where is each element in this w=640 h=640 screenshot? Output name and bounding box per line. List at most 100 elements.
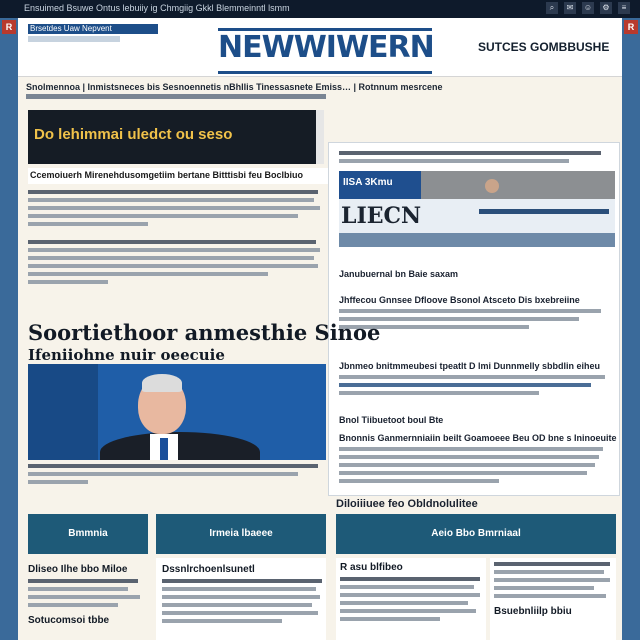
main-headline-line2: Ifeniiohne nuir oeecuie — [28, 346, 225, 364]
text-line — [28, 579, 138, 583]
photo-subject-body — [100, 432, 260, 460]
photo-strip — [339, 233, 615, 247]
text-line — [339, 159, 569, 163]
text-line — [28, 595, 140, 599]
news-page: Brsetdes Uaw Nepvent NEWWIWERN SUTCES GO… — [18, 18, 622, 640]
text-line — [28, 480, 88, 484]
card-section-body — [339, 375, 609, 399]
column-title: R asu blfibeo — [340, 562, 403, 573]
text-line — [494, 570, 604, 574]
text-line — [28, 198, 314, 202]
text-line — [340, 609, 476, 613]
lead-story-banner-text: Do lehimmai uledct ou seso — [34, 126, 233, 143]
main-headline[interactable]: Soortiethoor anmesthie Sinoe Ifeniiohne … — [28, 322, 380, 366]
text-line — [28, 472, 298, 476]
photo-mini-bar — [479, 209, 609, 214]
card-section-title[interactable]: Bnonnis Ganmernniaiin beilt Goamoeee Beu… — [339, 433, 617, 443]
text-line — [339, 471, 587, 475]
lead-story-banner[interactable]: Do lehimmai uledct ou seso — [28, 110, 324, 164]
photo-background-shade — [28, 364, 98, 460]
text-line — [339, 463, 595, 467]
text-line — [339, 151, 601, 155]
text-line — [340, 601, 468, 605]
photo-subject-tie — [160, 438, 168, 460]
card-section-title[interactable]: Jhffecou Gnnsee Dfloove Bsonol Atsceto D… — [339, 295, 580, 305]
search-icon[interactable]: ⌕ — [546, 2, 558, 14]
text-line — [28, 248, 320, 252]
bottom-card[interactable]: Dssnlrchoenlsunetl — [156, 558, 326, 640]
text-line — [162, 603, 312, 607]
text-line — [162, 611, 318, 615]
text-line — [28, 464, 318, 468]
text-line — [28, 222, 148, 226]
site-logo[interactable]: NEWWIWERN — [218, 28, 435, 74]
text-line — [494, 562, 610, 566]
text-line — [339, 447, 603, 451]
text-line — [28, 214, 298, 218]
text-line — [28, 190, 318, 194]
text-line — [494, 586, 594, 590]
headline-ticker[interactable]: Snolmennoa | Inmistsneces bis Sesnoennet… — [26, 82, 614, 92]
top-bar-text: Ensuimed Bsuwe Ontus lebuiiy ig Chmgiig … — [24, 3, 290, 13]
lead-banner-stripe — [316, 110, 324, 164]
left-badge[interactable]: R — [2, 20, 16, 34]
column-title[interactable]: Dliseo Ilhe bbo Miloe — [28, 564, 148, 575]
main-story-photo[interactable] — [28, 364, 326, 460]
lead-subhead-text: Ccemoiuerh Mirenehdusomgetiim bertane Bi… — [30, 170, 304, 180]
bottom-card[interactable]: R asu blfibeo — [336, 558, 486, 640]
card-section-body — [339, 447, 609, 487]
column-title: Dssnlrchoenlsunetl — [162, 564, 255, 575]
text-line — [28, 206, 320, 210]
text-line — [494, 594, 606, 598]
featured-card-lines — [339, 151, 607, 167]
photo-people-panel — [421, 171, 615, 199]
card-section-title[interactable]: Janubuernal bn Baie saxam — [339, 269, 458, 279]
photo-subject-hair — [142, 374, 182, 392]
text-line — [162, 595, 320, 599]
category-box[interactable]: Aeio Bbo Bmrniaal — [336, 514, 616, 554]
text-line — [162, 579, 322, 583]
menu-icon[interactable]: ≡ — [618, 2, 630, 14]
category-box[interactable]: Irmeia lbaeee — [156, 514, 326, 554]
masthead-top-left-link[interactable]: Brsetdes Uaw Nepvent — [28, 24, 158, 34]
text-line — [494, 578, 610, 582]
featured-story-card[interactable]: IISA 3Kmu LIECN Janubuernal bn Baie saxa… — [328, 142, 620, 496]
text-line — [162, 587, 316, 591]
bottom-card-content: R asu blfibeo — [340, 562, 480, 625]
top-bar-icons: ⌕ ✉ ☺ ⚙ ≡ — [546, 2, 630, 14]
photo-big-text: LIECN — [341, 203, 422, 229]
ticker-underline — [26, 94, 326, 99]
column-subtitle[interactable]: Sotucomsoi tbbe — [28, 615, 148, 626]
text-line — [339, 375, 605, 379]
bottom-card-content: Bsuebnliilp bbiu — [494, 562, 610, 621]
text-line — [339, 309, 601, 313]
mail-icon[interactable]: ✉ — [564, 2, 576, 14]
text-line — [340, 593, 480, 597]
text-line — [162, 619, 282, 623]
featured-photo[interactable]: IISA 3Kmu LIECN — [339, 171, 615, 247]
category-box[interactable]: Bmmnia — [28, 514, 148, 554]
right-badge[interactable]: R — [624, 20, 638, 34]
card-section-title[interactable]: Bnol Tiibuetoot boul Bte — [339, 415, 443, 425]
lead-story-subhead[interactable]: Ccemoiuerh Mirenehdusomgetiim bertane Bi… — [28, 168, 328, 184]
photo-label-panel: IISA 3Kmu — [339, 171, 421, 199]
text-line — [28, 603, 118, 607]
photo-face — [485, 179, 499, 193]
text-line — [28, 264, 318, 268]
main-photo-caption — [28, 464, 324, 488]
masthead-right-label[interactable]: SUTCES GOMBBUSHE — [478, 40, 609, 54]
text-line — [339, 479, 499, 483]
bottom-card[interactable]: Bsuebnliilp bbiu — [490, 558, 616, 640]
main-headline-line1: Soortiethoor anmesthie Sinoe — [28, 320, 381, 345]
text-line — [339, 391, 539, 395]
masthead: Brsetdes Uaw Nepvent NEWWIWERN SUTCES GO… — [18, 18, 622, 77]
text-line — [28, 240, 316, 244]
user-icon[interactable]: ☺ — [582, 2, 594, 14]
text-line — [28, 272, 268, 276]
bottom-section-heading[interactable]: Diloiiiuee feo Obldnolulitee — [336, 498, 478, 510]
settings-icon[interactable]: ⚙ — [600, 2, 612, 14]
text-line — [28, 280, 108, 284]
bottom-card-content: Dssnlrchoenlsunetl — [162, 564, 322, 627]
text-line — [340, 577, 480, 581]
text-line — [28, 587, 128, 591]
